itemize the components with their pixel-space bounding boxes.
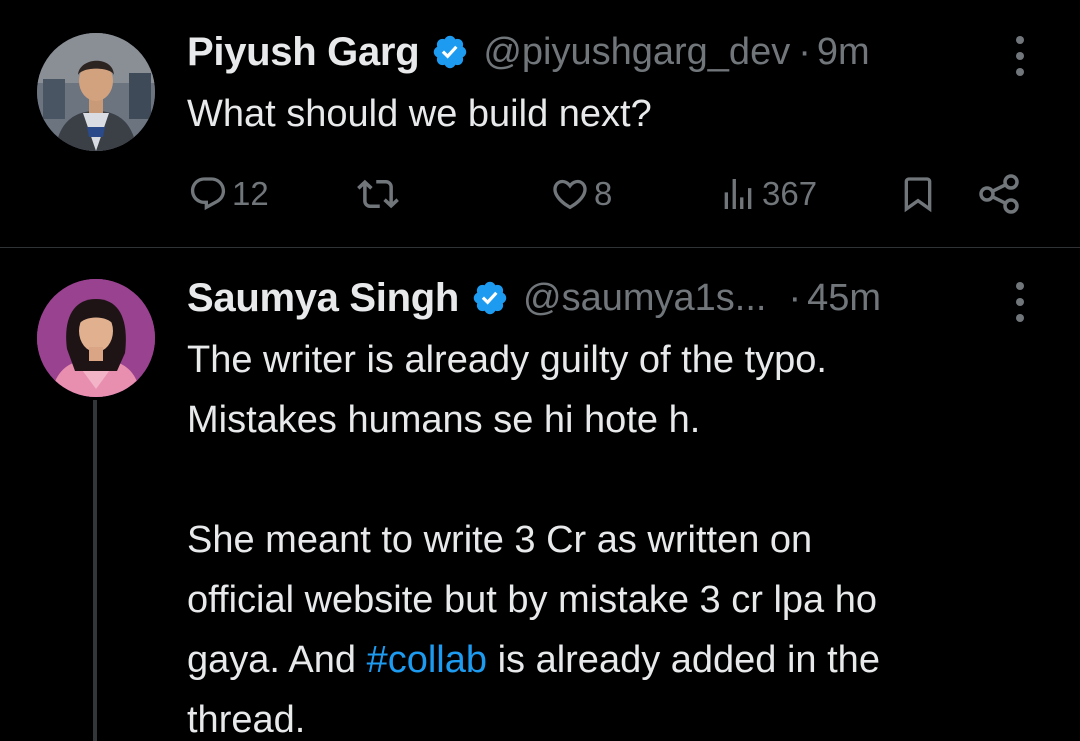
handle[interactable]: @piyushgarg_dev — [483, 31, 790, 74]
bookmark-icon — [904, 177, 932, 213]
more-options-icon[interactable] — [1015, 36, 1025, 76]
separator-dot: · — [788, 276, 802, 319]
avatar[interactable] — [37, 33, 155, 151]
avatar[interactable] — [37, 279, 155, 397]
retweet-button[interactable] — [357, 166, 399, 222]
hashtag-link[interactable]: #collab — [367, 639, 487, 681]
display-name[interactable]: Piyush Garg — [187, 30, 420, 75]
tweet-header: Piyush Garg @piyushgarg_dev · 9m — [187, 22, 870, 82]
views-icon — [724, 179, 752, 209]
more-options-icon[interactable] — [1015, 282, 1025, 322]
share-icon — [979, 174, 1019, 214]
reply-icon — [190, 177, 226, 211]
heart-icon — [553, 179, 587, 210]
thread-connector — [93, 400, 97, 741]
views-count: 367 — [762, 175, 818, 212]
timestamp[interactable]: 9m — [817, 31, 870, 74]
tweet-text-line: What should we build next? — [187, 93, 652, 135]
tweet-piyush[interactable]: Piyush Garg @piyushgarg_dev · 9m What sh… — [0, 0, 1080, 248]
tweet-header: Saumya Singh @saumya1s... · 45m — [187, 268, 881, 328]
like-count: 8 — [594, 175, 613, 212]
views-button[interactable]: 367 — [718, 166, 817, 222]
action-bar: 12 8 367 — [0, 166, 1080, 222]
tweet-divider — [0, 247, 1080, 248]
share-button[interactable] — [975, 166, 1023, 222]
timeline: Piyush Garg @piyushgarg_dev · 9m What sh… — [0, 0, 1080, 741]
handle[interactable]: @saumya1s... — [523, 277, 766, 320]
separator-dot: · — [798, 30, 811, 73]
bookmark-button[interactable] — [898, 166, 938, 222]
like-button[interactable]: 8 — [550, 166, 612, 222]
reply-count: 12 — [232, 175, 269, 212]
retweet-icon — [357, 179, 399, 209]
display-name[interactable]: Saumya Singh — [187, 276, 459, 321]
reply-button[interactable]: 12 — [188, 166, 269, 222]
verified-badge-icon — [473, 281, 507, 315]
verified-badge-icon — [434, 35, 467, 69]
tweet-text: What should we build next? — [187, 84, 1067, 144]
timestamp[interactable]: 45m — [807, 277, 881, 320]
